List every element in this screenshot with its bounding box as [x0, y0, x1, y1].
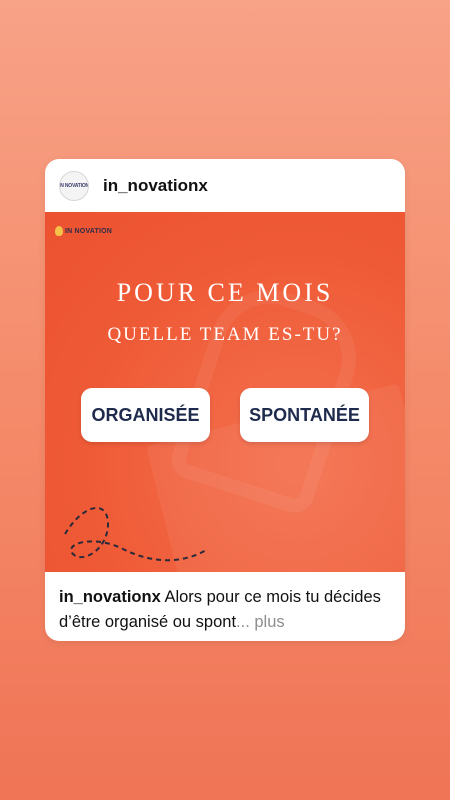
brand-logo: IN NOVATION	[55, 226, 112, 236]
brand-logo-text: IN NOVATION	[65, 227, 113, 235]
post-username[interactable]: in_novationx	[103, 176, 208, 196]
option-spontanee-button[interactable]: SPONTANÉE	[240, 388, 369, 442]
lightbulb-icon	[55, 226, 63, 236]
post-header: IN NOVATION in_novationx	[45, 159, 405, 212]
post-headline: POUR CE MOIS	[116, 278, 334, 307]
caption-more-link[interactable]: ... plus	[236, 613, 285, 631]
post-caption: in_novationx Alors pour ce mois tu décid…	[45, 572, 405, 635]
option-organisee-button[interactable]: ORGANISÉE	[81, 388, 210, 442]
dashed-line-decoration	[64, 507, 209, 562]
post-image[interactable]: IN NOVATION POUR CE MOIS QUELLE TEAM ES-…	[45, 212, 405, 572]
avatar[interactable]: IN NOVATION	[59, 170, 89, 201]
avatar-logo-text: IN NOVATION	[59, 182, 89, 189]
story-post-card[interactable]: IN NOVATION in_novationx IN NOVATION POU…	[45, 159, 405, 641]
post-subheadline: QUELLE TEAM ES-TU?	[107, 324, 343, 345]
caption-username[interactable]: in_novationx	[59, 588, 161, 606]
